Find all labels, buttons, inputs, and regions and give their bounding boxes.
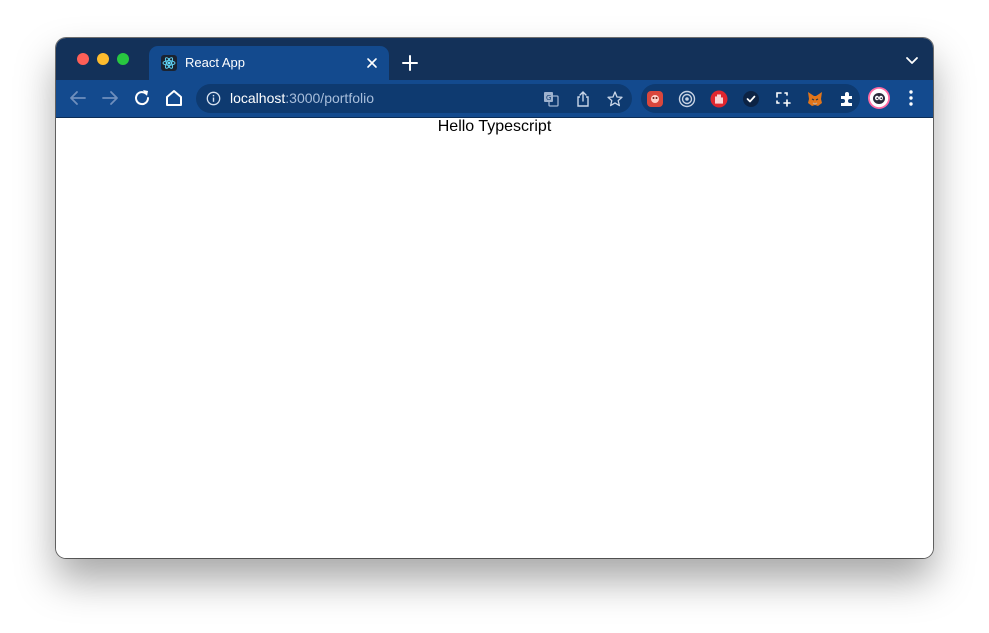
url-text: localhost:3000/portfolio bbox=[230, 90, 374, 107]
translate-icon[interactable]: G bbox=[542, 90, 560, 108]
profile-avatar-icon[interactable] bbox=[867, 86, 891, 110]
tab-react-app[interactable]: React App bbox=[149, 46, 389, 80]
browser-toolbar: localhost:3000/portfolio G bbox=[56, 80, 933, 118]
extensions-bar bbox=[641, 84, 860, 113]
arrow-left-icon[interactable] bbox=[67, 87, 89, 109]
red-extension-icon[interactable] bbox=[645, 89, 665, 109]
home-icon[interactable] bbox=[163, 87, 185, 109]
screenshot-extension-icon[interactable] bbox=[773, 89, 793, 109]
metamask-fox-icon[interactable] bbox=[805, 89, 825, 109]
arrow-right-icon[interactable] bbox=[99, 87, 121, 109]
page-content: Hello Typescript bbox=[56, 118, 933, 558]
window-minimize-button[interactable] bbox=[97, 53, 109, 65]
svg-text:G: G bbox=[546, 94, 551, 102]
window-close-button[interactable] bbox=[77, 53, 89, 65]
puzzle-extensions-icon[interactable] bbox=[837, 89, 857, 109]
url-path: :3000/portfolio bbox=[285, 90, 374, 106]
tab-strip: React App bbox=[56, 38, 933, 80]
address-bar[interactable]: localhost:3000/portfolio G bbox=[196, 84, 632, 113]
bookmark-star-icon[interactable] bbox=[606, 90, 624, 108]
new-tab-plus-icon[interactable] bbox=[400, 53, 420, 73]
stop-hand-extension-icon[interactable] bbox=[709, 89, 729, 109]
reload-icon[interactable] bbox=[131, 87, 153, 109]
window-maximize-button[interactable] bbox=[117, 53, 129, 65]
url-host: localhost bbox=[230, 90, 286, 106]
check-extension-icon[interactable] bbox=[741, 89, 761, 109]
react-logo-icon bbox=[161, 55, 177, 71]
tab-title: React App bbox=[185, 55, 245, 70]
kebab-menu-icon[interactable] bbox=[901, 87, 921, 109]
browser-window: React App localhost:3000/portfolio G Hel… bbox=[56, 38, 933, 558]
info-icon[interactable] bbox=[206, 91, 221, 106]
share-icon[interactable] bbox=[574, 90, 592, 108]
tab-close-icon[interactable] bbox=[363, 54, 381, 72]
hello-text: Hello Typescript bbox=[437, 118, 552, 135]
tab-search-chevron-icon[interactable] bbox=[905, 56, 919, 66]
target-extension-icon[interactable] bbox=[677, 89, 697, 109]
